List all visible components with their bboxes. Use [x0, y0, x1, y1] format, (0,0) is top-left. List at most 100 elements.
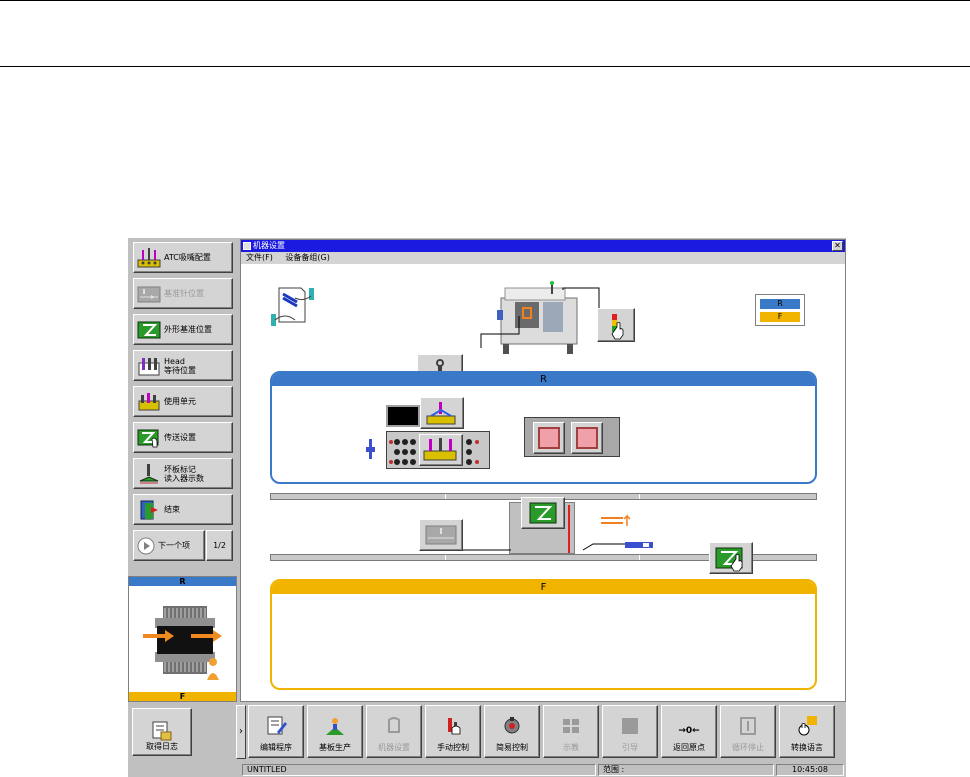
teach-button[interactable]: 示教 [543, 705, 599, 758]
sidebar-item-label: Head 等待位置 [164, 356, 196, 375]
toolbar-button-label: 简易控制 [496, 743, 528, 752]
simple-control-button[interactable]: 简易控制 [484, 705, 540, 758]
reference-pin-button[interactable] [419, 519, 463, 551]
sidebar-item-outline-reference[interactable]: 外形基准位置 [133, 314, 233, 345]
sidebar-item-use-unit[interactable]: 使用单元 [133, 386, 233, 417]
manual-control-icon [448, 718, 461, 735]
feeder-nozzle-button[interactable] [419, 434, 463, 466]
toolbar-button-label: 编辑程序 [260, 743, 292, 752]
change-language-button[interactable]: 转换语言 [779, 705, 835, 758]
tray-slot-1[interactable] [533, 422, 565, 454]
log-icon [152, 721, 172, 741]
r-panel-label: R [272, 373, 815, 386]
feeder-bank [386, 431, 490, 469]
r-side-panel: R [270, 371, 817, 484]
status-clock: 10:45:08 [776, 764, 844, 776]
machine-setup-app: ATC吸嘴配置 基准针位置 外形基准位置 Head 等待位置 使用单元 传送设置… [128, 238, 846, 777]
transfer-direction-icon [601, 514, 631, 526]
nozzle-icon [426, 402, 456, 425]
window-title: 机器设置 [253, 241, 285, 250]
pin-connector-line [463, 549, 511, 551]
cycle-stop-button[interactable]: 循环停止 [720, 705, 776, 758]
sidebar-item-label: 外形基准位置 [164, 325, 212, 334]
sidebar-item-atc-nozzle[interactable]: ATC吸嘴配置 [133, 242, 233, 273]
page-indicator: 1/2 [206, 530, 233, 561]
sidebar-item-label: 传送设置 [164, 433, 196, 442]
menu-file[interactable]: 文件(F) [246, 253, 273, 262]
feeder-nozzle-icon [366, 439, 375, 459]
window-titlebar: 机器设置 ✕ [241, 240, 845, 252]
close-button[interactable]: ✕ [832, 241, 843, 251]
atc-nozzle-button[interactable] [420, 397, 464, 429]
camera-display [386, 405, 420, 427]
tray-slot-2[interactable] [571, 422, 603, 454]
status-range: 范围 : [598, 764, 774, 776]
conveyor-setting-button[interactable] [709, 542, 753, 574]
board-preview-diagram [143, 606, 222, 680]
menu-device-group[interactable]: 设备备组(G) [285, 253, 329, 262]
edit-program-button[interactable]: 编辑程序 [248, 705, 304, 758]
signal-tower-icon [611, 314, 624, 340]
cycle-stop-icon [740, 717, 756, 735]
status-program-name: UNTITLED [242, 764, 596, 776]
toolbar-button-label: 示教 [563, 743, 579, 752]
top-rule [0, 0, 970, 1]
signal-tower-button[interactable] [597, 308, 635, 342]
conveyor-icon [715, 547, 743, 572]
board-production-button[interactable]: 基板生产 [307, 705, 363, 758]
f-panel-label: F [272, 581, 815, 594]
pin-icon [137, 283, 161, 305]
guide-icon [622, 718, 638, 734]
exit-icon [137, 499, 161, 521]
sidebar-item-reference-pin[interactable]: 基准针位置 [133, 278, 233, 309]
guide-button[interactable]: 引导 [602, 705, 658, 758]
origin-return-icon: →0← [678, 726, 700, 736]
stage-board-button[interactable] [521, 497, 565, 529]
tray-unit [524, 417, 620, 457]
play-circle-icon [137, 537, 155, 555]
toolbar-scroll-arrow[interactable]: › [236, 705, 246, 759]
sensor-connector [582, 542, 653, 551]
preview-r-label: R [129, 577, 236, 586]
f-side-panel: F [270, 579, 817, 690]
machine-setup-window: 机器设置 ✕ 文件(F) 设备备组(G) R F R F [240, 239, 846, 702]
next-item-button[interactable]: 下一个项 [133, 530, 205, 561]
document-transfer-icon[interactable] [269, 284, 317, 332]
toolbar-button-label: 手动控制 [437, 743, 469, 752]
get-log-label: 取得日志 [146, 742, 178, 751]
edit-program-icon [267, 716, 287, 735]
sidebar-item-label: 使用单元 [164, 397, 196, 406]
sidebar-item-head-wait[interactable]: Head 等待位置 [133, 350, 233, 381]
sidebar-item-conveyor-setting[interactable]: 传送设置 [133, 422, 233, 453]
toolbar-button-label: 基板生产 [319, 743, 351, 752]
manual-control-button[interactable]: 手动控制 [425, 705, 481, 758]
sidebar-item-label: 结束 [164, 505, 180, 514]
nozzle-icon [137, 247, 161, 269]
machine-setup-button[interactable]: 机器设置 [366, 705, 422, 758]
toolbar-button-label: 转换语言 [791, 743, 823, 752]
next-item-label: 下一个项 [158, 541, 190, 550]
header-rule [0, 66, 970, 67]
production-icon [326, 718, 344, 735]
get-log-button[interactable]: 取得日志 [132, 708, 192, 756]
legend-f: F [760, 312, 800, 322]
sidebar-item-label: 坏板标记 读入器示数 [164, 464, 204, 483]
head-icon [137, 355, 161, 377]
unit-icon [137, 391, 161, 413]
sidebar-item-label: ATC吸嘴配置 [164, 253, 211, 262]
legend-r: R [760, 299, 800, 309]
sidebar-item-exit[interactable]: 结束 [133, 494, 233, 525]
sidebar-item-label: 基准针位置 [164, 289, 204, 298]
toolbar-button-label: 机器设置 [378, 743, 410, 752]
status-bar: UNTITLED 范围 : 10:45:08 [128, 763, 846, 777]
toolbar-button-label: 引导 [622, 743, 638, 752]
rf-legend: R F [755, 294, 805, 326]
connector-lines [480, 316, 520, 348]
toolbar-button-label: 循环停止 [732, 743, 764, 752]
preview-f-label: F [129, 692, 236, 701]
z-board-icon [529, 502, 557, 524]
menu-bar: 文件(F) 设备备组(G) [241, 252, 845, 264]
sidebar-item-bad-mark-reader[interactable]: 坏板标记 读入器示数 [133, 458, 233, 489]
return-origin-button[interactable]: →0← 返回原点 [661, 705, 717, 758]
log-area: 取得日志 [128, 705, 237, 759]
